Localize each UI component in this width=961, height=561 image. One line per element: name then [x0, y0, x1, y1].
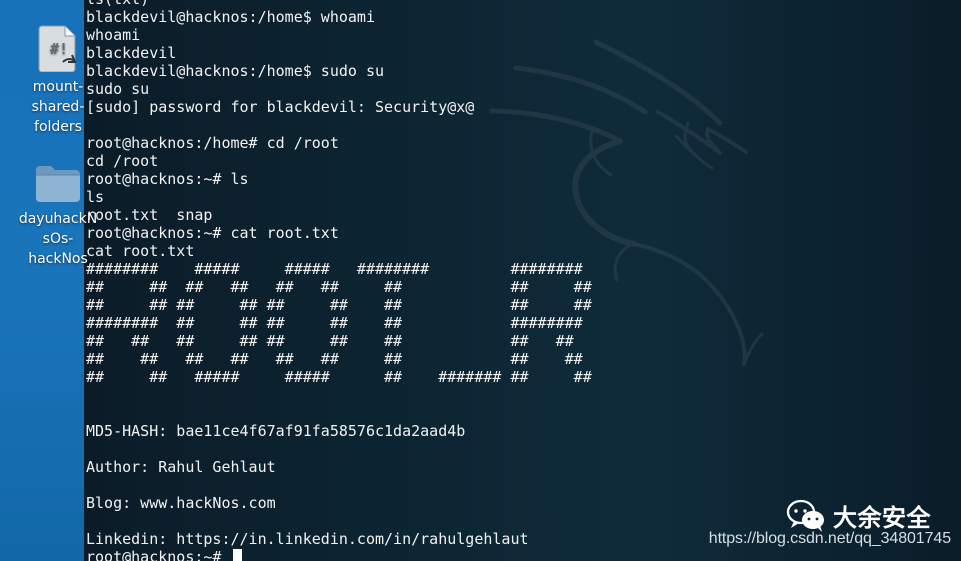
terminal-line: root@hacknos:/home# cd /root — [86, 134, 339, 152]
watermark-url: https://blog.csdn.net/qq_34801745 — [708, 530, 951, 547]
desktop-icon-label-line-3: folders — [34, 119, 82, 135]
terminal-line: root@hacknos:~# ls — [86, 170, 249, 188]
terminal-line: blackdevil@hacknos:/home$ sudo su — [86, 62, 385, 80]
terminal-line: Blog: www.hackNos.com — [86, 494, 276, 512]
terminal-cursor — [232, 549, 242, 561]
terminal-line: MD5-HASH: bae11ce4f67af91fa58576c1da2aad… — [86, 422, 466, 440]
terminal-line: Author: Rahul Gehlaut — [86, 458, 276, 476]
terminal-line: Linkedin: https://in.linkedin.com/in/rah… — [86, 530, 529, 548]
terminal-line: ls — [86, 188, 105, 206]
svg-text:#!: #! — [50, 40, 68, 58]
folder-icon — [36, 166, 80, 202]
terminal-line: root@hacknos:~# cat root.txt — [86, 224, 339, 242]
terminal-line: ######## ## ## ## ## ## ######## — [86, 314, 583, 332]
desktop-icon-mount-shared-folders[interactable]: #! mount- shared- folders — [16, 24, 100, 137]
terminal-output[interactable]: ls(txt)blackdevil@hacknos:/home$ whoamiw… — [86, 0, 592, 561]
terminal-line: ls(txt) — [86, 0, 592, 8]
terminal-line: whoami — [86, 26, 141, 44]
terminal-line: ## ## ## ## ## ## ## ## ## — [86, 296, 592, 314]
desktop-icon-label-line-2: sOs- — [42, 231, 74, 247]
terminal-line: root.txt snap — [86, 206, 213, 224]
terminal-line: ## ## ##### ##### ## ####### ## ## — [86, 368, 592, 386]
desktop-icon-label-line-3: hackNos — [28, 251, 88, 267]
terminal-line: blackdevil@hacknos:/home$ whoami — [86, 8, 375, 26]
terminal-line: ######## ##### ##### ######## ######## — [86, 260, 583, 278]
script-file-icon: #! — [38, 25, 77, 72]
watermark: 大余安全 — [786, 498, 931, 533]
terminal-line: cat root.txt — [86, 242, 195, 260]
terminal-prompt-line[interactable]: root@hacknos:~# — [86, 548, 592, 561]
terminal-line: ## ## ## ## ## ## ## ## ## — [86, 332, 574, 350]
terminal-line: ## ## ## ## ## ## ## ## ## — [86, 350, 583, 368]
terminal-line: blackdevil — [86, 44, 177, 62]
terminal-line: sudo su — [86, 80, 150, 98]
desktop-icon-label-line-1: mount- — [32, 79, 84, 95]
watermark-name: 大余安全 — [833, 504, 931, 532]
terminal-line: ## ## ## ## ## ## ## ## ## — [86, 278, 592, 296]
desktop-icon-label-line-2: shared- — [31, 99, 85, 115]
terminal-line: cd /root — [86, 152, 159, 170]
terminal-window[interactable]: ls(txt)blackdevil@hacknos:/home$ whoamiw… — [84, 0, 961, 561]
terminal-prompt: root@hacknos:~# — [86, 548, 231, 561]
terminal-line: [sudo] password for blackdevil: Security… — [86, 98, 475, 116]
desktop-icon-dayuhacknos-folder[interactable]: dayuhackN sOs- hackNos — [16, 162, 100, 269]
desktop-icon-label-line-1: dayuhackN — [18, 211, 98, 227]
wechat-icon — [786, 499, 824, 532]
